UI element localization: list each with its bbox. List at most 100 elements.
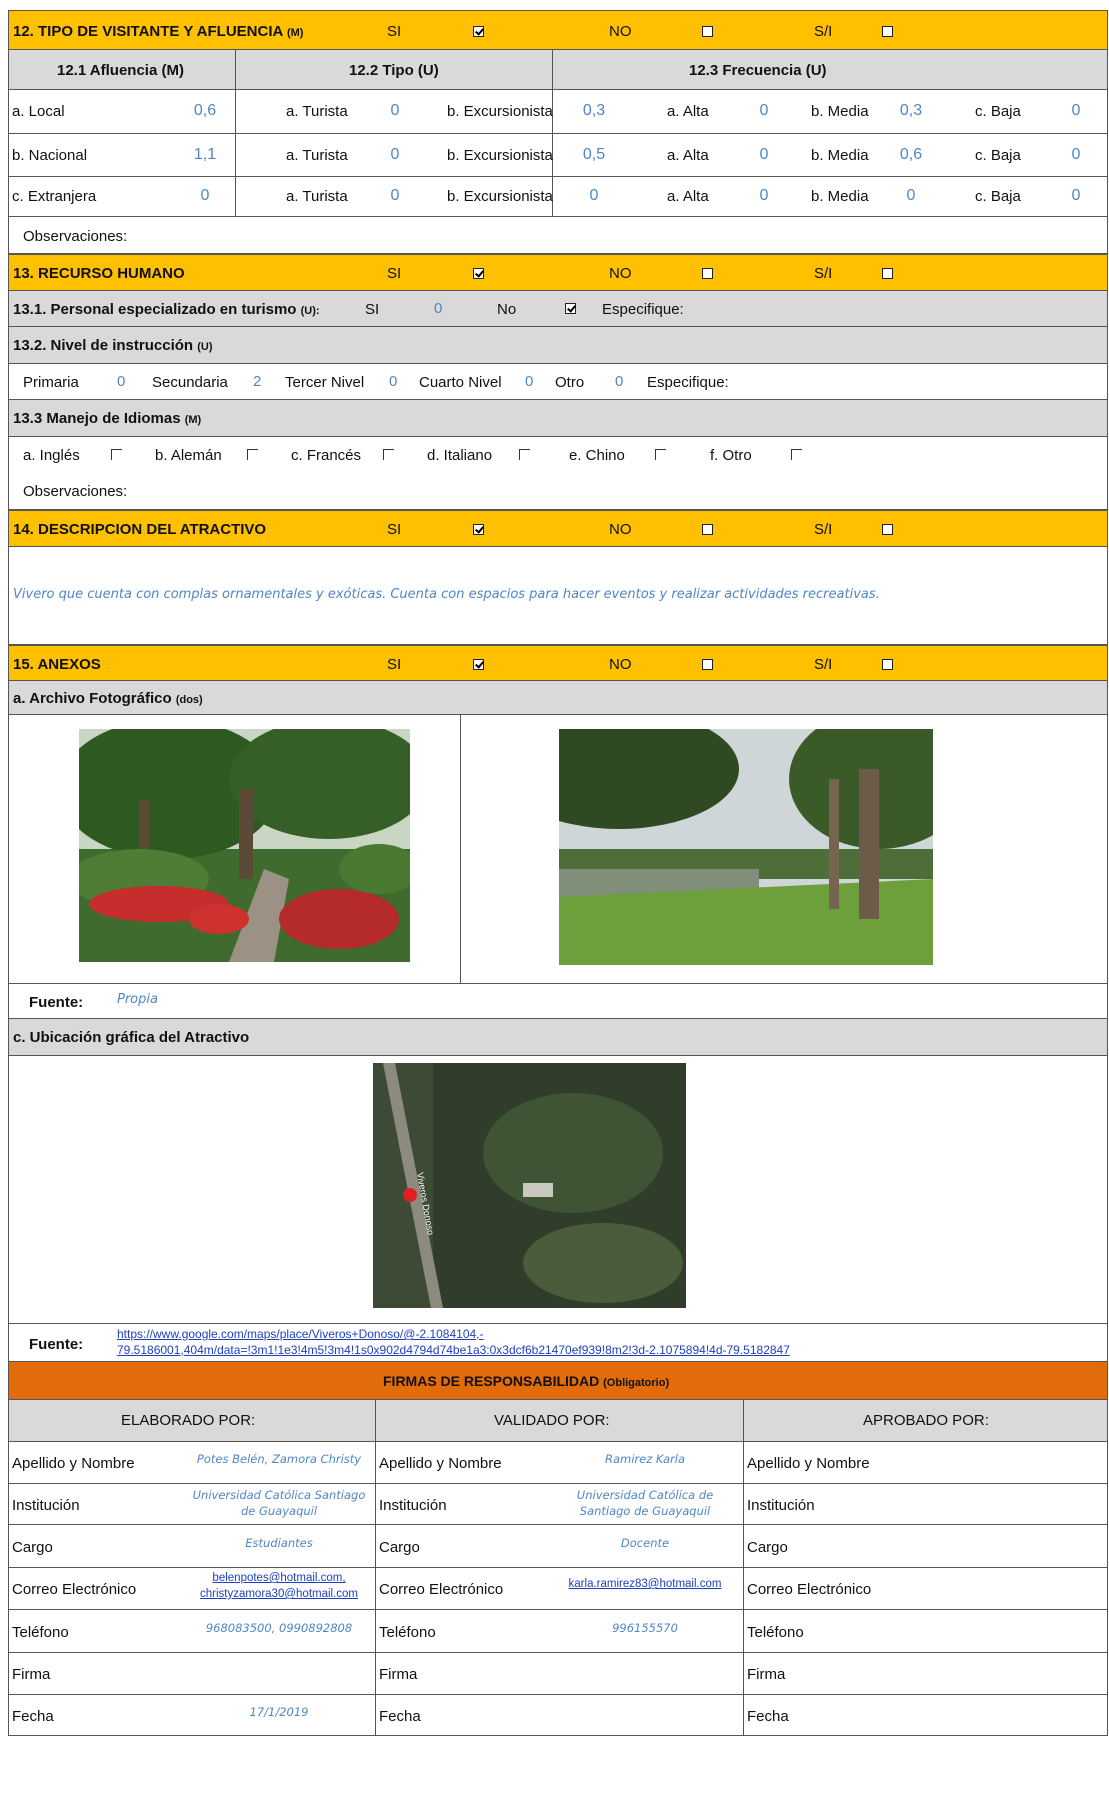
section-12-header: 12. TIPO DE VISITANTE Y AFLUENCIA (M) SI… — [8, 10, 1108, 50]
afluencia-row: c. Extranjera 0 a. Turista 0 b. Excursionist… — [8, 177, 1108, 217]
excursionista-value: 0,3 — [582, 102, 606, 119]
tipo-header: 12.2 Tipo (U) — [349, 62, 439, 79]
aprobado-header: APROBADO POR: — [863, 1412, 989, 1429]
lang-italiano-label: d. Italiano — [427, 447, 493, 464]
firma-field-label: Cargo — [747, 1539, 788, 1556]
afluencia-label: a. Local — [12, 103, 65, 120]
ubicacion-row: c. Ubicación gráfica del Atractivo — [8, 1019, 1108, 1056]
primaria-value: 0 — [117, 373, 126, 390]
baja-label: c. Baja — [975, 188, 1021, 205]
ubicacion-label: c. Ubicación gráfica del Atractivo — [13, 1029, 250, 1046]
location-pin-icon[interactable] — [403, 1188, 417, 1202]
si-checkbox[interactable] — [473, 524, 484, 535]
firma-field-label: Apellido y Nombre — [379, 1455, 502, 1472]
si-label: SI — [387, 23, 402, 40]
map-link-line2[interactable]: 79.5186001,404m/data=!3m1!1e3!4m5!3m4!1s… — [117, 1343, 790, 1357]
primaria-label: Primaria — [23, 374, 79, 391]
firma-field-label: Correo Electrónico — [747, 1581, 872, 1598]
personal-no-checkbox[interactable] — [565, 303, 576, 314]
idiomas-row: 13.3 Manejo de Idiomas (M) — [8, 400, 1108, 437]
section-14-header: 14. DESCRIPCION DEL ATRACTIVO SI NO S/I — [8, 510, 1108, 547]
section-15-header: 15. ANEXOS SI NO S/I — [8, 645, 1108, 681]
sin-informacion-checkbox[interactable] — [882, 659, 893, 670]
firma-field-label: Correo Electrónico — [379, 1581, 504, 1598]
otro-label: Otro — [555, 374, 585, 391]
section-12-subheaders: 12.1 Afluencia (M) 12.2 Tipo (U) 12.3 Fr… — [8, 50, 1108, 90]
afluencia-label: b. Nacional — [12, 147, 88, 164]
firma-value[interactable]: christyzamora30@hotmail.com — [200, 1588, 358, 1600]
firma-value: Universidad Católica Santiago — [192, 1488, 366, 1502]
map-link-line1[interactable]: https://www.google.com/maps/place/Vivero… — [117, 1327, 484, 1341]
alta-label: a. Alta — [667, 103, 709, 120]
satellite-map[interactable]: Viveros Donoso — [373, 1063, 686, 1308]
excursionista-label: b. Excursionista — [447, 188, 553, 205]
turista-value: 0 — [390, 187, 400, 204]
lang-italiano-checkbox[interactable] — [519, 449, 530, 460]
fuente-url-row: Fuente: https://www.google.com/maps/plac… — [8, 1324, 1108, 1362]
media-value: 0,3 — [899, 102, 923, 119]
firma-field-label: Institución — [12, 1497, 80, 1514]
observaciones-label: Observaciones: — [23, 483, 128, 500]
firma-row: Fecha Fecha Fecha 17/1/2019 — [8, 1695, 1108, 1736]
no-label: NO — [609, 265, 632, 282]
garden-path-photo — [79, 729, 410, 962]
tercer-nivel-label: Tercer Nivel — [285, 374, 365, 391]
nivel-instruccion-row: 13.2. Nivel de instrucción (U) — [8, 327, 1108, 364]
si-checkbox[interactable] — [473, 268, 484, 279]
si-checkbox[interactable] — [473, 659, 484, 670]
personal-especializado-row: 13.1. Personal especializado en turismo … — [8, 291, 1108, 327]
si-checkbox[interactable] — [473, 26, 484, 37]
firma-field-label: Firma — [379, 1666, 418, 1683]
section-15-title: 15. ANEXOS — [13, 656, 101, 673]
section-13-header: 13. RECURSO HUMANO SI NO S/I — [8, 254, 1108, 291]
no-checkbox[interactable] — [702, 659, 713, 670]
lang-chino-checkbox[interactable] — [655, 449, 666, 460]
firma-row: Apellido y Nombre Apellido y Nombre Apelli… — [8, 1442, 1108, 1484]
lang-aleman-checkbox[interactable] — [247, 449, 258, 460]
baja-label: c. Baja — [975, 103, 1021, 120]
lang-frances-checkbox[interactable] — [383, 449, 394, 460]
media-label: b. Media — [811, 147, 869, 164]
lang-otro-checkbox[interactable] — [791, 449, 802, 460]
lang-ingles-checkbox[interactable] — [111, 449, 122, 460]
sin-informacion-checkbox[interactable] — [882, 268, 893, 279]
no-checkbox[interactable] — [702, 268, 713, 279]
sin-informacion-label: S/I — [814, 521, 833, 538]
firma-value[interactable]: belenpotes@hotmail.com, — [212, 1572, 345, 1584]
sin-informacion-checkbox[interactable] — [882, 524, 893, 535]
tercer-nivel-value: 0 — [389, 373, 398, 390]
firma-row: Firma Firma Firma — [8, 1653, 1108, 1695]
frecuencia-header: 12.3 Frecuencia (U) — [689, 62, 827, 79]
firma-field-label: Fecha — [12, 1708, 54, 1725]
baja-label: c. Baja — [975, 147, 1021, 164]
alta-label: a. Alta — [667, 188, 709, 205]
si-label: SI — [387, 521, 402, 538]
no-checkbox[interactable] — [702, 524, 713, 535]
sin-informacion-checkbox[interactable] — [882, 26, 893, 37]
firma-row: Cargo Cargo Cargo Estudiantes Docente — [8, 1525, 1108, 1568]
excursionista-label: b. Excursionista — [447, 103, 553, 120]
si-label: SI — [387, 265, 402, 282]
firma-field-label: Cargo — [12, 1539, 53, 1556]
firma-field-label: Correo Electrónico — [12, 1581, 137, 1598]
lake-lawn-photo — [559, 729, 933, 965]
validado-header: VALIDADO POR: — [494, 1412, 610, 1429]
firma-value[interactable]: karla.ramirez83@hotmail.com — [569, 1578, 722, 1590]
firma-field-label: Institución — [747, 1497, 815, 1514]
nivel-instruccion-label: 13.2. Nivel de instrucción (U) — [13, 337, 213, 354]
no-checkbox[interactable] — [702, 26, 713, 37]
firma-value: Universidad Católica de — [576, 1488, 714, 1502]
excursionista-label: b. Excursionista — [447, 147, 553, 164]
archivo-fotografico-label: a. Archivo Fotográfico (dos) — [13, 690, 203, 707]
sin-informacion-label: S/I — [814, 265, 833, 282]
no-label: NO — [609, 521, 632, 538]
firma-row: Institución Institución Institución Univers… — [8, 1484, 1108, 1525]
no-label: NO — [609, 23, 632, 40]
idiomas-label: 13.3 Manejo de Idiomas (M) — [13, 410, 202, 427]
turista-label: a. Turista — [286, 103, 348, 120]
media-value: 0,6 — [899, 146, 923, 163]
afluencia-header: 12.1 Afluencia (M) — [57, 62, 184, 79]
map-row: Viveros Donoso — [8, 1056, 1108, 1324]
firma-field-label: Fecha — [747, 1708, 789, 1725]
turista-label: a. Turista — [286, 147, 348, 164]
